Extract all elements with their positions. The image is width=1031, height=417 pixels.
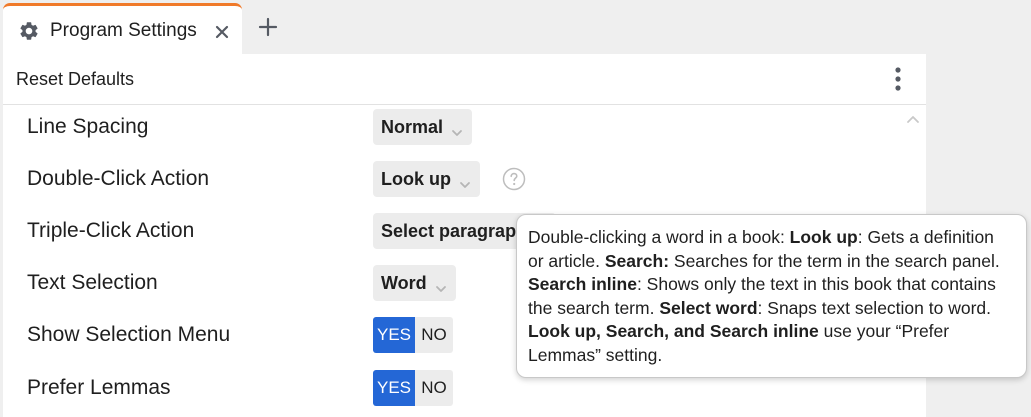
setting-label: Triple-Click Action <box>27 219 195 242</box>
close-icon[interactable] <box>209 19 235 45</box>
kebab-menu-icon[interactable] <box>886 65 910 93</box>
setting-label: Line Spacing <box>27 115 149 138</box>
prefer-lemmas-toggle: YES NO <box>373 370 453 406</box>
tooltip-line: or article. Search: Searches for the ter… <box>528 250 1016 274</box>
tooltip-text: Searches for the term in the search pane… <box>669 250 1000 271</box>
tooltip-term: Search inline <box>528 274 637 294</box>
tooltip-term: Look up <box>789 227 858 247</box>
help-icon[interactable] <box>502 167 526 191</box>
tooltip-text: : Snaps text selection to word. <box>757 297 992 318</box>
tooltip-text: Lemmas” setting. <box>528 344 663 365</box>
chevron-down-icon <box>435 278 447 292</box>
setting-label: Double-Click Action <box>27 167 210 190</box>
yes-button[interactable]: YES <box>373 370 415 406</box>
tooltip-line: Search inline: Shows only the text in th… <box>528 273 1016 297</box>
tooltip-term: Look up, Search, and Search inline <box>528 321 819 341</box>
line-spacing-select[interactable]: Normal <box>373 109 473 145</box>
setting-row-double-click-action: Double-Click Action Look up <box>3 153 926 205</box>
select-value: Word <box>381 272 427 293</box>
double-click-action-select[interactable]: Look up <box>373 161 480 197</box>
no-button[interactable]: NO <box>415 370 453 406</box>
setting-row-line-spacing: Line Spacing Normal <box>3 101 926 153</box>
select-value: Look up <box>381 168 451 189</box>
gear-icon <box>18 20 40 42</box>
tooltip-line: Look up, Search, and Search inline use y… <box>528 320 1016 344</box>
select-value: Select paragraph <box>381 220 528 241</box>
chevron-down-icon <box>459 174 471 188</box>
settings-toolbar: Reset Defaults <box>3 54 926 105</box>
tooltip-text: Double-clicking a word in a book: <box>528 227 790 247</box>
tooltip-text: the search term. <box>528 297 660 318</box>
tooltip-text: : Shows only the text in this book that … <box>636 274 996 294</box>
tab-bar: Program Settings <box>0 0 1031 54</box>
setting-label: Text Selection <box>27 271 158 294</box>
tooltip-line: Lemmas” setting. <box>528 344 1016 368</box>
setting-label: Prefer Lemmas <box>27 376 171 399</box>
tooltip-text: : Gets a definition <box>857 227 994 247</box>
tab-program-settings[interactable]: Program Settings <box>3 3 242 54</box>
tooltip-line: the search term. Select word: Snaps text… <box>528 297 1016 321</box>
show-selection-menu-toggle: YES NO <box>373 317 453 353</box>
tooltip-text: or article. <box>528 250 605 271</box>
chevron-down-icon <box>451 122 463 136</box>
reset-defaults-button[interactable]: Reset Defaults <box>16 67 134 91</box>
yes-button[interactable]: YES <box>373 317 415 353</box>
select-value: Normal <box>381 116 444 137</box>
help-tooltip: Double-clicking a word in a book: Look u… <box>516 214 1027 378</box>
text-selection-select[interactable]: Word <box>373 265 456 301</box>
tooltip-text: use your “Prefer <box>818 321 950 341</box>
setting-label: Show Selection Menu <box>27 323 231 346</box>
tab-label: Program Settings <box>50 20 197 41</box>
tooltip-line: Double-clicking a word in a book: Look u… <box>528 226 1016 250</box>
no-button[interactable]: NO <box>415 317 453 353</box>
plus-icon[interactable] <box>255 14 281 40</box>
tooltip-term: Select word <box>659 297 758 318</box>
tooltip-term: Search: <box>604 250 670 271</box>
